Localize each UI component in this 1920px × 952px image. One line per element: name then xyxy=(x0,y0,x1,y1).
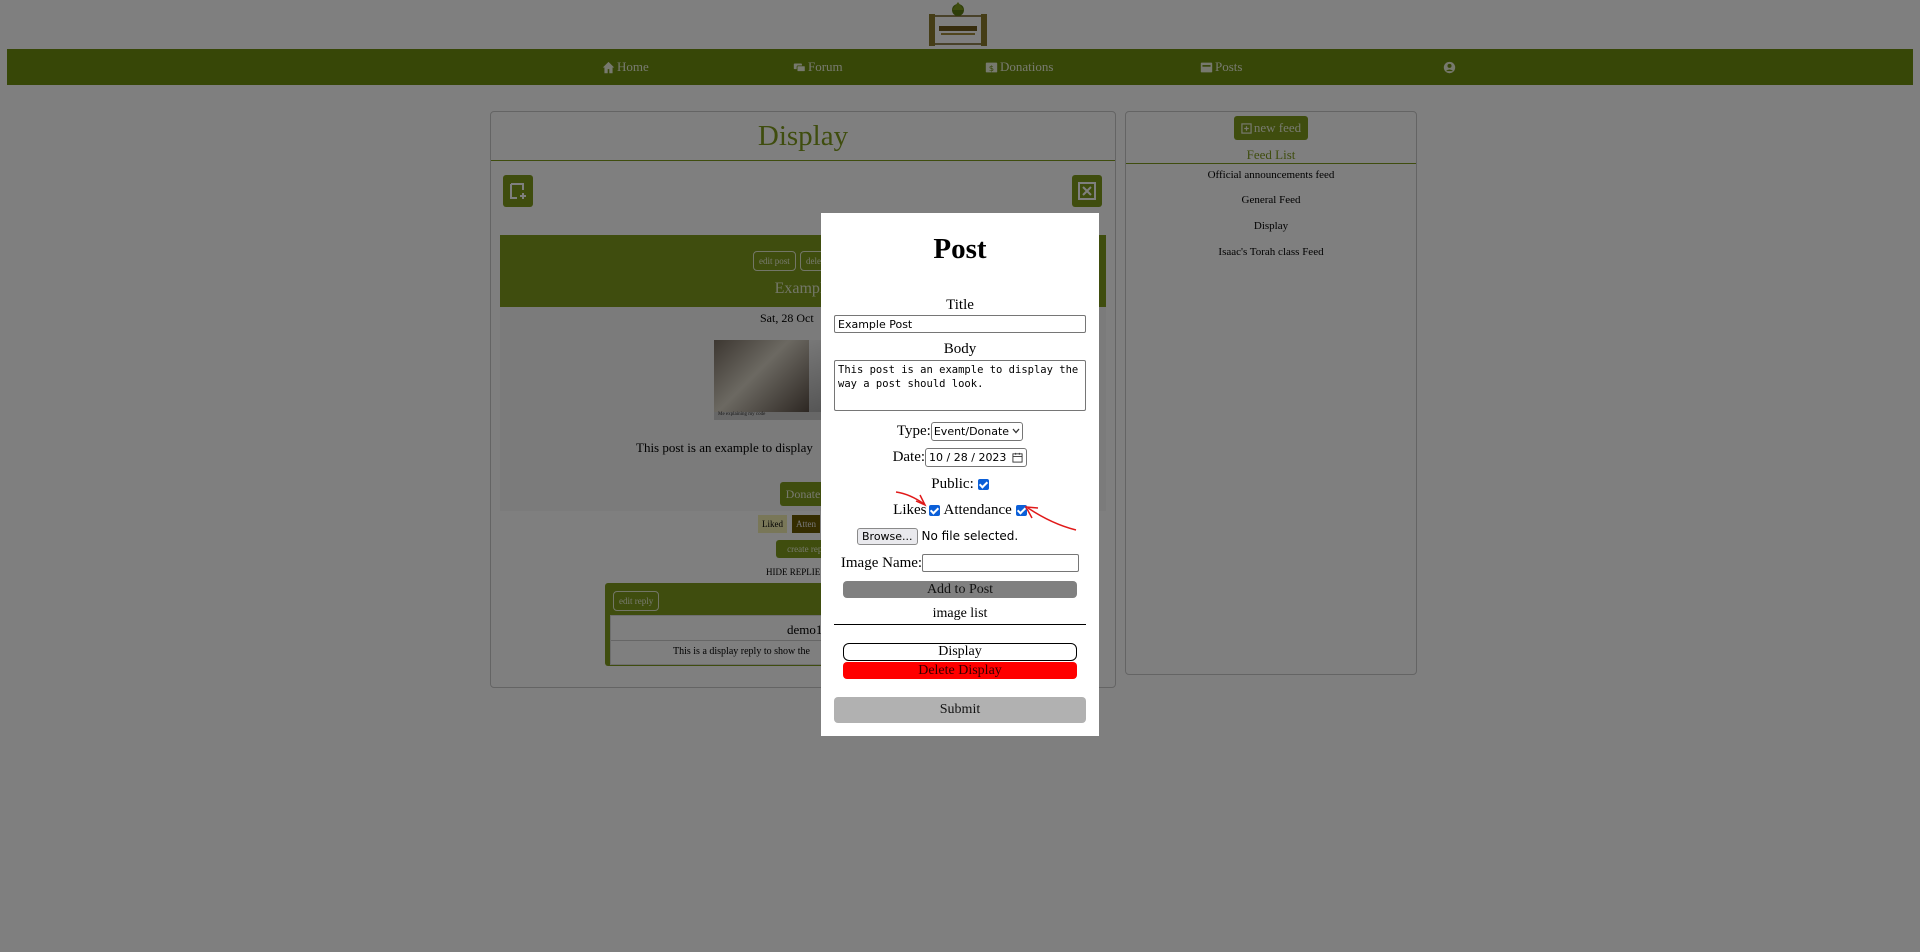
type-label: Type: xyxy=(896,422,931,439)
date-input[interactable]: 10 / 28 / 2023 xyxy=(925,447,1028,467)
image-list-divider xyxy=(834,624,1086,625)
annotation-arrows xyxy=(895,491,1077,531)
type-row: Type: Event/Donate xyxy=(821,421,1099,441)
date-row: Date: 10 / 28 / 2023 xyxy=(821,447,1099,467)
image-list-heading: image list xyxy=(932,606,988,621)
title-input[interactable] xyxy=(834,315,1086,333)
modal-title: Post xyxy=(933,233,987,265)
post-modal: Post Title Body This post is an example … xyxy=(821,213,1099,736)
image-name-row: Image Name: xyxy=(821,553,1099,573)
image-name-label: Image Name: xyxy=(840,554,923,571)
date-value: 10 / 28 / 2023 xyxy=(929,450,1007,464)
chevron-down-icon xyxy=(1012,428,1020,434)
submit-button[interactable]: Submit xyxy=(834,697,1086,723)
calendar-icon[interactable] xyxy=(1012,452,1023,463)
add-to-post-button[interactable]: Add to Post xyxy=(843,581,1077,598)
type-select[interactable]: Event/Donate xyxy=(930,421,1024,441)
image-item-display[interactable]: Display xyxy=(843,643,1077,661)
title-label: Title xyxy=(946,297,974,313)
type-select-value: Event/Donate xyxy=(933,424,1010,438)
date-label: Date: xyxy=(892,448,926,465)
body-textarea[interactable]: This post is an example to display the w… xyxy=(834,360,1086,411)
image-name-input[interactable] xyxy=(922,554,1080,572)
body-label: Body xyxy=(943,341,977,357)
delete-image-button[interactable]: Delete Display xyxy=(843,662,1077,679)
